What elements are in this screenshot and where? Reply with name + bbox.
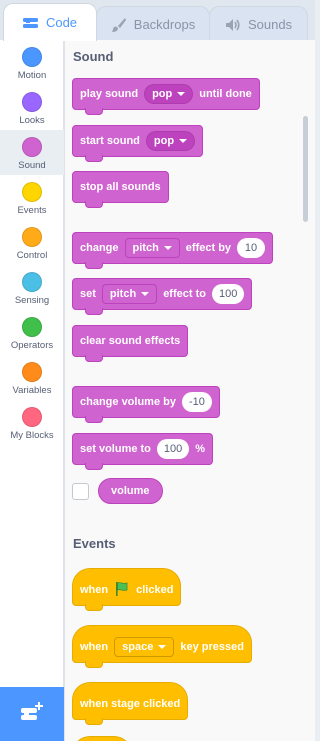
volume-value-input[interactable]: 100 xyxy=(156,439,190,459)
block-text: play sound xyxy=(80,88,139,100)
category-looks[interactable]: Looks xyxy=(0,85,64,130)
effect-dropdown[interactable]: pitch xyxy=(101,284,158,304)
stop-all-sounds-block[interactable]: stop all sounds xyxy=(72,171,169,208)
category-menu: Motion Looks Sound Events Control Sensin… xyxy=(0,40,64,741)
category-label: Control xyxy=(16,250,48,261)
category-motion[interactable]: Motion xyxy=(0,40,64,85)
when-key-pressed-block[interactable]: when space key pressed xyxy=(72,625,252,668)
dropdown-caret-icon xyxy=(141,292,150,296)
clear-sound-effects-block[interactable]: clear sound effects xyxy=(72,325,189,362)
block-palette: Sound play sound pop until done start so… xyxy=(64,40,315,741)
code-icon xyxy=(22,17,39,29)
dropdown-caret-icon xyxy=(179,139,188,143)
category-sound[interactable]: Sound xyxy=(0,130,64,175)
add-extension-icon xyxy=(19,701,45,728)
speaker-icon xyxy=(225,18,241,32)
my-blocks-category-icon xyxy=(22,407,42,427)
key-dropdown[interactable]: space xyxy=(114,637,175,657)
editor-tabs: Code Backdrops Sounds xyxy=(0,0,315,42)
dropdown-value: pop xyxy=(152,88,173,100)
dropdown-value: pop xyxy=(153,135,175,147)
effect-amount-input[interactable]: 10 xyxy=(237,238,266,258)
effect-value-input[interactable]: 100 xyxy=(211,284,245,304)
block-text: set volume to xyxy=(80,443,151,455)
block-text: change xyxy=(80,242,119,254)
sound-category-icon xyxy=(22,137,42,157)
tab-backdrops[interactable]: Backdrops xyxy=(96,6,210,42)
block-text: effect to xyxy=(163,288,206,300)
events-category-icon xyxy=(22,182,42,202)
effect-dropdown[interactable]: pitch xyxy=(124,238,180,258)
change-volume-block[interactable]: change volume by -10 xyxy=(72,386,220,423)
block-text: stop all sounds xyxy=(80,181,161,193)
block-text: when xyxy=(80,584,109,596)
tab-sounds[interactable]: Sounds xyxy=(209,6,308,42)
green-flag-icon xyxy=(114,581,130,600)
block-text: set xyxy=(80,288,96,300)
dropdown-caret-icon xyxy=(158,645,167,649)
set-effect-block[interactable]: set pitch effect to 100 xyxy=(72,278,253,315)
volume-reporter-block[interactable]: volume xyxy=(98,478,163,504)
tab-code[interactable]: Code xyxy=(3,3,97,41)
category-label: Operators xyxy=(10,340,54,351)
category-label: Events xyxy=(17,205,47,216)
play-sound-until-done-block[interactable]: play sound pop until done xyxy=(72,78,260,115)
category-label: My Blocks xyxy=(10,430,54,441)
looks-category-icon xyxy=(22,92,42,112)
tab-code-label: Code xyxy=(45,15,78,30)
block-text: change volume by xyxy=(80,396,176,408)
category-label: Motion xyxy=(17,70,47,81)
category-label: Variables xyxy=(12,385,52,396)
tab-sounds-label: Sounds xyxy=(247,17,293,32)
category-label: Sound xyxy=(18,160,46,171)
sensing-category-icon xyxy=(22,272,42,292)
palette-scrollbar[interactable] xyxy=(303,116,308,222)
block-text: start sound xyxy=(80,135,140,147)
block-text: when xyxy=(80,641,109,653)
dropdown-value: space xyxy=(122,641,154,653)
variables-category-icon xyxy=(22,362,42,382)
sound-dropdown[interactable]: pop xyxy=(144,84,194,104)
next-event-block-partial[interactable] xyxy=(72,736,132,741)
sound-dropdown[interactable]: pop xyxy=(145,131,196,151)
set-volume-block[interactable]: set volume to 100 % xyxy=(72,433,214,470)
tab-backdrops-label: Backdrops xyxy=(133,17,196,32)
control-category-icon xyxy=(22,227,42,247)
operators-category-icon xyxy=(22,317,42,337)
block-text: until done xyxy=(199,88,252,100)
block-text: effect by xyxy=(185,242,232,254)
category-variables[interactable]: Variables xyxy=(0,355,64,400)
category-label: Looks xyxy=(19,115,45,126)
events-section-title: Events xyxy=(73,536,116,551)
volume-monitor-checkbox[interactable] xyxy=(72,483,89,500)
when-flag-clicked-block[interactable]: when clicked xyxy=(72,568,182,611)
block-text: when stage clicked xyxy=(80,698,181,710)
category-my-blocks[interactable]: My Blocks xyxy=(0,400,64,445)
dropdown-value: pitch xyxy=(109,288,137,300)
block-text: % xyxy=(195,443,206,455)
category-operators[interactable]: Operators xyxy=(0,310,64,355)
block-text: clear sound effects xyxy=(80,335,181,347)
paintbrush-icon xyxy=(111,17,127,33)
sound-section-title: Sound xyxy=(73,49,114,64)
category-label: Sensing xyxy=(14,295,50,306)
motion-category-icon xyxy=(22,47,42,67)
dropdown-caret-icon xyxy=(163,246,172,250)
category-events[interactable]: Events xyxy=(0,175,64,220)
dropdown-value: pitch xyxy=(132,242,159,254)
category-control[interactable]: Control xyxy=(0,220,64,265)
category-sensing[interactable]: Sensing xyxy=(0,265,64,310)
when-stage-clicked-block[interactable]: when stage clicked xyxy=(72,682,189,725)
volume-change-input[interactable]: -10 xyxy=(181,392,212,412)
dropdown-caret-icon xyxy=(177,92,186,96)
block-text: key pressed xyxy=(180,641,244,653)
block-text: clicked xyxy=(136,584,174,596)
change-effect-block[interactable]: change pitch effect by 10 xyxy=(72,232,274,269)
start-sound-block[interactable]: start sound pop xyxy=(72,125,204,162)
add-extension-button[interactable] xyxy=(0,687,64,741)
code-editor: Code Backdrops Sounds Motion Looks Sound… xyxy=(0,0,315,741)
